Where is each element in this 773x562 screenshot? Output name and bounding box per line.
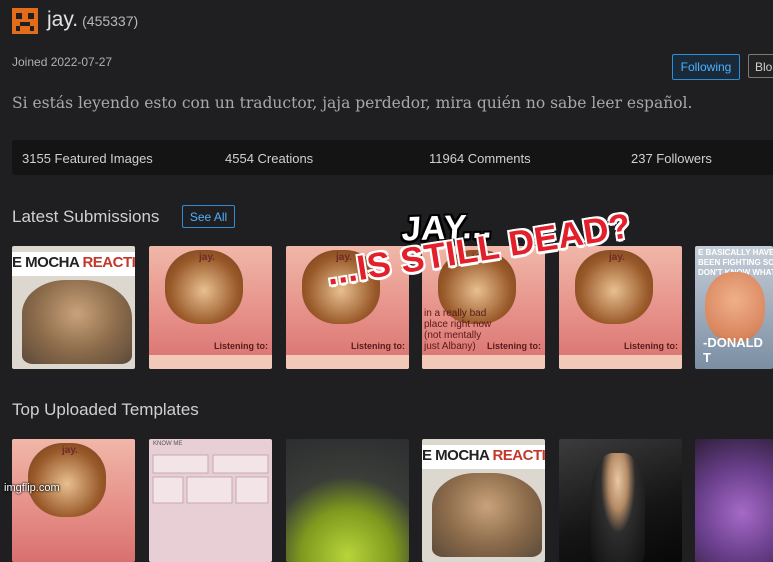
submission-thumb[interactable]: E BASICALLY HAVE TWO C T BEEN FIGHTING S… xyxy=(695,246,773,369)
bottom-strip xyxy=(422,355,545,369)
stat-creations[interactable]: 4554 Creations xyxy=(225,151,313,166)
see-all-button[interactable]: See All xyxy=(182,205,235,228)
cat-image xyxy=(22,280,132,364)
template-thumb[interactable]: E MOCHA REACTIO xyxy=(422,439,545,562)
overlay-small-text: in a really bad place right now (not men… xyxy=(424,308,492,352)
user-id: (455337) xyxy=(82,13,139,29)
username-text: jay. xyxy=(47,8,79,31)
template-thumb[interactable]: KNOW ME xyxy=(149,439,272,562)
block-button[interactable]: Blo xyxy=(748,54,773,78)
template-header: KNOW ME xyxy=(153,441,183,447)
joined-date: Joined 2022-07-27 xyxy=(12,55,113,69)
listening-label: Listening to: xyxy=(624,341,678,351)
username: jay. (455337) xyxy=(47,8,138,32)
person-image xyxy=(591,453,645,562)
submission-thumb[interactable]: E MOCHA REACTIO xyxy=(12,246,135,369)
stat-featured[interactable]: 3155 Featured Images xyxy=(22,151,153,166)
following-button[interactable]: Following xyxy=(672,54,740,80)
stat-comments[interactable]: 11964 Comments xyxy=(429,151,531,166)
template-thumb[interactable] xyxy=(286,439,409,562)
avatar-icon xyxy=(12,8,38,34)
stat-followers[interactable]: 237 Followers xyxy=(631,151,712,166)
bottom-strip xyxy=(559,355,682,369)
caption-name: -DONALD T xyxy=(703,335,763,365)
thumb-label: jay. xyxy=(609,252,625,263)
submission-thumb[interactable]: jay. Listening to: xyxy=(149,246,272,369)
listening-label: Listening to: xyxy=(351,341,405,351)
template-grid xyxy=(152,454,269,504)
watermark: imgflip.com xyxy=(4,482,60,494)
stats-bar: 3155 Featured Images 4554 Creations 1196… xyxy=(12,140,773,175)
cat-image xyxy=(432,473,542,557)
template-thumb[interactable] xyxy=(559,439,682,562)
listening-label: Listening to: xyxy=(487,341,541,351)
bottom-strip xyxy=(149,355,272,369)
bottom-strip xyxy=(286,355,409,369)
template-thumb[interactable] xyxy=(695,439,773,562)
thumb-label: jay. xyxy=(62,445,78,456)
thumb-label: jay. xyxy=(199,252,215,263)
bio: Si estás leyendo esto con un traductor, … xyxy=(12,94,693,112)
section-title-top: Top Uploaded Templates xyxy=(12,400,199,419)
template-thumb[interactable]: jay. xyxy=(12,439,135,562)
section-title-latest: Latest Submissions xyxy=(12,207,160,226)
caption: E MOCHA REACTIO xyxy=(12,254,135,271)
submission-thumb[interactable]: jay. Listening to: xyxy=(559,246,682,369)
listening-label: Listening to: xyxy=(214,341,268,351)
caption: E MOCHA REACTIO xyxy=(422,447,545,464)
person-image xyxy=(705,272,765,342)
